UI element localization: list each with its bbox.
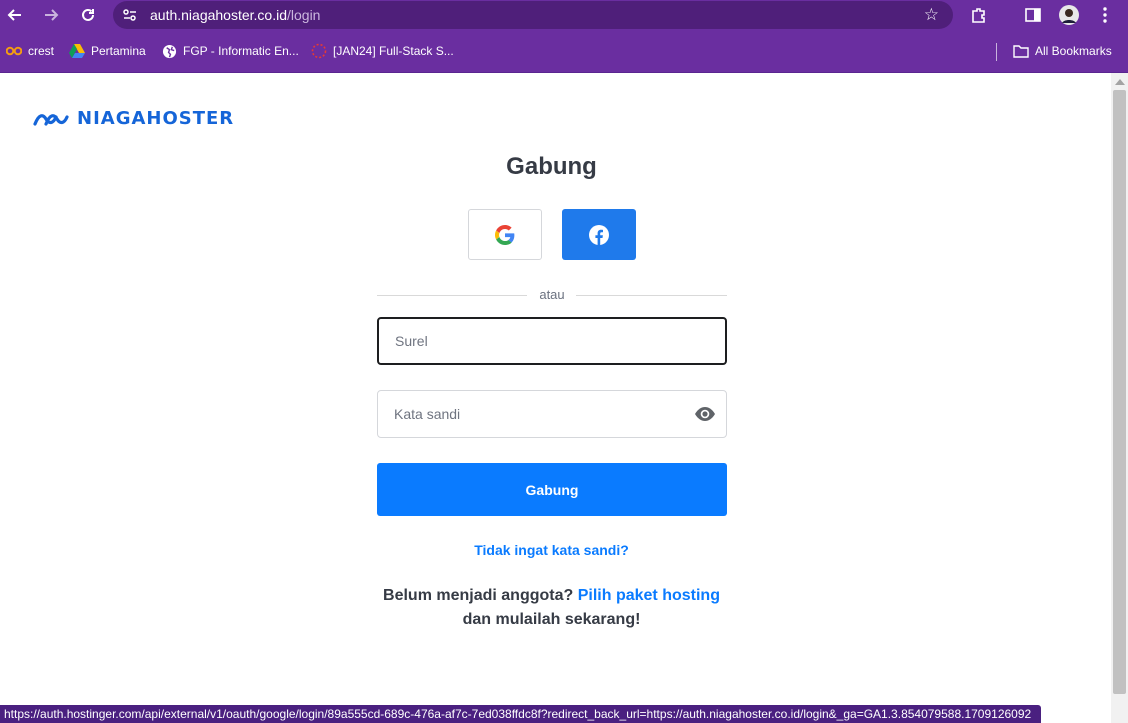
login-submit-button[interactable]: Gabung <box>377 463 727 516</box>
site-settings-icon[interactable] <box>121 6 139 24</box>
divider-text: atau <box>539 287 565 302</box>
url-text: auth.niagahoster.co.id/login <box>150 7 320 23</box>
google-login-button[interactable] <box>468 209 542 260</box>
bookmark-label: Pertamina <box>91 44 146 58</box>
bookmarks-bar: crest Pertamina FGP - Informatic En... [… <box>0 31 1128 73</box>
bookmark-separator <box>996 43 997 61</box>
menu-kebab-icon[interactable] <box>1094 4 1116 26</box>
side-panel-icon[interactable] <box>1022 4 1044 26</box>
all-bookmarks-button[interactable]: All Bookmarks <box>1013 43 1112 59</box>
link-status-bar: https://auth.hostinger.com/api/external/… <box>0 705 1041 723</box>
niagahoster-logo[interactable]: NIAGAHOSTER <box>33 108 234 129</box>
show-password-eye-icon[interactable] <box>694 404 716 424</box>
bookmark-jan24[interactable]: [JAN24] Full-Stack S... <box>311 43 454 59</box>
folder-icon <box>1013 43 1029 59</box>
extensions-icon[interactable] <box>968 4 990 26</box>
back-arrow-icon <box>7 9 21 21</box>
join-suffix-text: dan mulailah sekarang! <box>462 611 641 628</box>
reload-icon <box>82 8 94 21</box>
login-page: NIAGAHOSTER Gabung atau Surel Gabung Tid… <box>0 73 1111 723</box>
email-field-container <box>377 317 727 365</box>
facebook-icon <box>589 224 609 245</box>
password-field-container <box>377 390 727 438</box>
bookmark-pertamina[interactable]: Pertamina <box>69 43 146 59</box>
bookmark-label: FGP - Informatic En... <box>183 44 299 58</box>
join-prefix-text: Belum menjadi anggota? <box>383 587 574 604</box>
or-divider: atau <box>377 287 727 303</box>
address-bar[interactable]: auth.niagahoster.co.id/login ☆ <box>113 1 953 29</box>
scroll-thumb[interactable] <box>1113 90 1126 694</box>
reload-button[interactable] <box>76 3 100 27</box>
join-prompt: Belum menjadi anggota? Pilih paket hosti… <box>0 584 1103 632</box>
bookmark-label: [JAN24] Full-Stack S... <box>333 44 454 58</box>
wave-logo-icon <box>33 113 69 126</box>
logo-text: NIAGAHOSTER <box>77 108 235 129</box>
bookmark-label: crest <box>28 44 55 58</box>
choose-hosting-link[interactable]: Pilih paket hosting <box>578 587 720 604</box>
google-icon <box>495 224 515 245</box>
facebook-login-button[interactable] <box>562 209 636 260</box>
drive-icon <box>69 43 85 59</box>
spinner-icon <box>311 43 327 59</box>
infinity-icon <box>6 43 22 59</box>
forward-arrow-icon <box>45 9 59 21</box>
forgot-password-link[interactable]: Tidak ingat kata sandi? <box>0 542 1103 558</box>
page-scrollbar[interactable] <box>1111 73 1128 723</box>
bookmark-fgp[interactable]: FGP - Informatic En... <box>161 43 299 59</box>
all-bookmarks-label: All Bookmarks <box>1035 44 1112 58</box>
url-path: /login <box>287 7 321 23</box>
page-title: Gabung <box>506 153 597 180</box>
bookmark-crest[interactable]: crest <box>6 43 54 59</box>
forward-button[interactable] <box>39 3 63 27</box>
scroll-up-arrow-icon[interactable] <box>1115 79 1125 85</box>
bookmark-star-icon[interactable]: ☆ <box>924 5 939 25</box>
password-input[interactable] <box>378 391 726 437</box>
browser-toolbar: auth.niagahoster.co.id/login ☆ <box>0 0 1128 31</box>
globe-icon <box>161 43 177 59</box>
url-host: auth.niagahoster.co.id <box>150 7 287 23</box>
email-input[interactable] <box>379 319 725 363</box>
back-button[interactable] <box>3 3 27 27</box>
profile-avatar[interactable] <box>1058 4 1080 26</box>
